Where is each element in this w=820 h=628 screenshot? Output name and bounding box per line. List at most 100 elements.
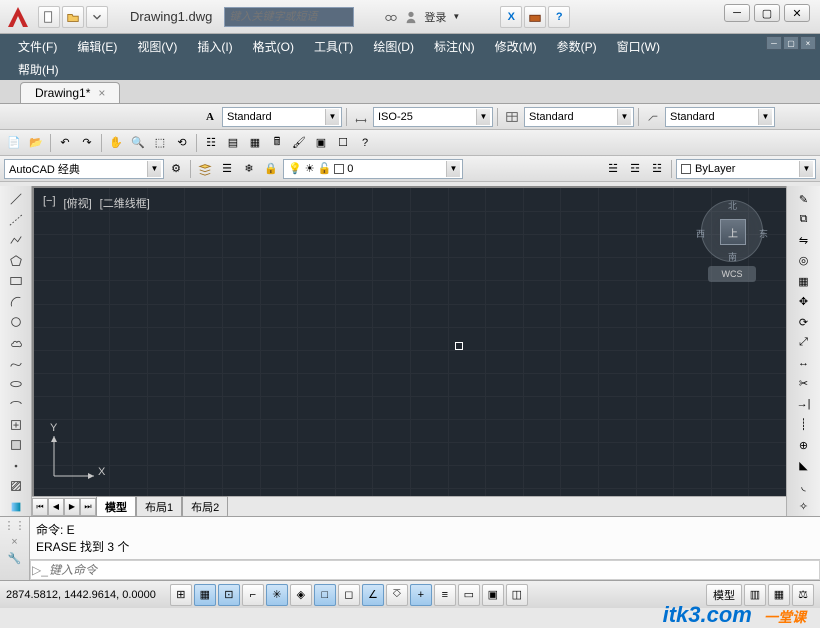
spline-icon[interactable]	[5, 354, 27, 373]
markup-icon[interactable]: ☐	[333, 133, 353, 153]
menu-help[interactable]: 帮助(H)	[8, 61, 69, 78]
menu-insert[interactable]: 插入(I)	[187, 38, 242, 55]
sb-sc-icon[interactable]: ◫	[506, 584, 528, 606]
textstyle-combo[interactable]: Standard▼	[222, 107, 342, 127]
insert-block-icon[interactable]	[5, 416, 27, 435]
menu-format[interactable]: 格式(O)	[243, 38, 304, 55]
layer-lock-icon[interactable]: 🔒	[261, 159, 281, 179]
layout-tab-2[interactable]: 布局2	[182, 496, 228, 518]
dimstyle-icon[interactable]	[351, 107, 371, 127]
menu-tools[interactable]: 工具(T)	[304, 38, 363, 55]
fillet-icon[interactable]: ◟	[793, 477, 815, 496]
search-input[interactable]	[224, 7, 354, 27]
tab-next-icon[interactable]: ▶	[64, 498, 80, 516]
model-tab[interactable]: 模型	[96, 496, 136, 518]
workspace-gear-icon[interactable]: ⚙	[166, 159, 186, 179]
viewcube-face[interactable]: 上	[720, 219, 746, 245]
sb-ortho-icon[interactable]: ⌐	[242, 584, 264, 606]
scale-icon[interactable]: ⤢	[793, 334, 815, 353]
tool-palette-icon[interactable]: ▦	[245, 133, 265, 153]
document-tab[interactable]: Drawing1* ×	[20, 82, 120, 103]
erase-icon[interactable]: ✎	[793, 190, 815, 209]
open-icon[interactable]: 📂	[26, 133, 46, 153]
menu-param[interactable]: 参数(P)	[547, 38, 607, 55]
line-icon[interactable]	[5, 190, 27, 209]
cmd-settings-icon[interactable]: 🔧	[8, 552, 22, 565]
trim-icon[interactable]: ✂	[793, 375, 815, 394]
gradient-icon[interactable]	[5, 498, 27, 517]
viewcube[interactable]: 北 东 南 西 上 WCS	[696, 200, 768, 280]
array-icon[interactable]: ▦	[793, 272, 815, 291]
sb-polar-icon[interactable]: ✳	[266, 584, 288, 606]
workspace-combo[interactable]: AutoCAD 经典▼	[4, 159, 164, 179]
help-button[interactable]: ?	[548, 6, 570, 28]
construct-line-icon[interactable]	[5, 211, 27, 230]
layer-combo[interactable]: 💡 ☀ 🔓 0 ▼	[283, 159, 463, 179]
help-icon[interactable]: ?	[355, 133, 375, 153]
menu-dim[interactable]: 标注(N)	[424, 38, 485, 55]
command-input[interactable]	[49, 563, 819, 577]
tab-close-icon[interactable]: ×	[98, 86, 105, 100]
move-icon[interactable]: ✥	[793, 293, 815, 312]
rectangle-icon[interactable]	[5, 272, 27, 291]
extend-icon[interactable]: →|	[793, 395, 815, 414]
tablestyle-icon[interactable]	[502, 107, 522, 127]
menu-modify[interactable]: 修改(M)	[485, 38, 547, 55]
zoom-prev-icon[interactable]: ⟲	[172, 133, 192, 153]
sb-ducs-icon[interactable]: ⎏	[386, 584, 408, 606]
coordinates[interactable]: 2874.5812, 1442.9614, 0.0000	[6, 589, 156, 601]
command-input-row[interactable]: ▷_	[30, 560, 820, 580]
layer-prop-icon[interactable]	[195, 159, 215, 179]
stretch-icon[interactable]: ↔	[793, 354, 815, 373]
qat-more-button[interactable]	[86, 6, 108, 28]
undo-icon[interactable]: ↶	[55, 133, 75, 153]
zoom-window-icon[interactable]: ⬚	[150, 133, 170, 153]
menu-window[interactable]: 窗口(W)	[607, 38, 670, 55]
mirror-icon[interactable]: ⇋	[793, 231, 815, 250]
arc-icon[interactable]	[5, 293, 27, 312]
textstyle-icon[interactable]: A	[200, 107, 220, 127]
open-file-button[interactable]	[62, 6, 84, 28]
properties-icon[interactable]: ☷	[201, 133, 221, 153]
explode-icon[interactable]: ✧	[793, 498, 815, 517]
block-icon[interactable]: ▣	[311, 133, 331, 153]
layer-freeze-icon[interactable]: ❄	[239, 159, 259, 179]
join-icon[interactable]: ⊕	[793, 436, 815, 455]
drawing-canvas[interactable]: for(let i=1;i<20;i++)document.write('<di…	[32, 186, 786, 496]
tab-prev-icon[interactable]: ◀	[48, 498, 64, 516]
offset-icon[interactable]: ◎	[793, 252, 815, 271]
login-dropdown-icon[interactable]: ▼	[452, 12, 460, 21]
layer-states-icon[interactable]: ☰	[217, 159, 237, 179]
make-block-icon[interactable]	[5, 436, 27, 455]
new-file-button[interactable]	[38, 6, 60, 28]
maximize-button[interactable]: ▢	[754, 4, 780, 22]
sb-dyn-icon[interactable]: +	[410, 584, 432, 606]
tab-first-icon[interactable]: ⏮	[32, 498, 48, 516]
wcs-badge[interactable]: WCS	[708, 266, 756, 282]
layer-walk-icon[interactable]: ☲	[625, 159, 645, 179]
redo-icon[interactable]: ↷	[77, 133, 97, 153]
polyline-icon[interactable]	[5, 231, 27, 250]
minimize-button[interactable]: ─	[724, 4, 750, 22]
copy-icon[interactable]: ⧉	[793, 211, 815, 230]
cmd-close-icon[interactable]: ×	[11, 536, 17, 548]
sb-iso-icon[interactable]: ◈	[290, 584, 312, 606]
cmd-drag-icon[interactable]: ⋮⋮	[4, 519, 26, 532]
zoom-icon[interactable]: 🔍	[128, 133, 148, 153]
ellipse-icon[interactable]	[5, 375, 27, 394]
bylayer-combo[interactable]: ByLayer ▼	[676, 159, 816, 179]
chamfer-icon[interactable]: ◣	[793, 457, 815, 476]
mdi-restore[interactable]: ▢	[783, 36, 799, 50]
menu-file[interactable]: 文件(F)	[8, 38, 67, 55]
layer-manage-icon[interactable]: ☱	[603, 159, 623, 179]
sb-lwt-icon[interactable]: ≡	[434, 584, 456, 606]
sb-tpy-icon[interactable]: ▭	[458, 584, 480, 606]
new-icon[interactable]: 📄	[4, 133, 24, 153]
mleaderstyle-icon[interactable]	[643, 107, 663, 127]
mleaderstyle-combo[interactable]: Standard▼	[665, 107, 775, 127]
revcloud-icon[interactable]	[5, 334, 27, 353]
sb-grid-icon[interactable]: ⊡	[218, 584, 240, 606]
close-button[interactable]: ✕	[784, 4, 810, 22]
sb-snap-icon[interactable]: ▦	[194, 584, 216, 606]
point-icon[interactable]	[5, 457, 27, 476]
